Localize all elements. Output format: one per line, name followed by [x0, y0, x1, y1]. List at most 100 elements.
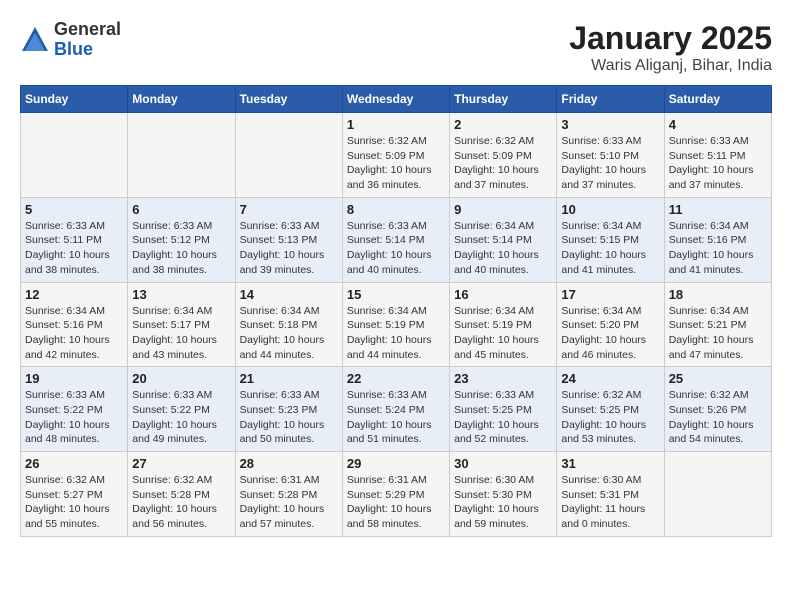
day-info: Sunrise: 6:34 AM Sunset: 5:21 PM Dayligh… [669, 304, 767, 363]
day-info: Sunrise: 6:33 AM Sunset: 5:12 PM Dayligh… [132, 219, 230, 278]
day-info: Sunrise: 6:30 AM Sunset: 5:31 PM Dayligh… [561, 473, 659, 532]
calendar-table: SundayMondayTuesdayWednesdayThursdayFrid… [20, 85, 772, 537]
calendar-week-2: 5 Sunrise: 6:33 AM Sunset: 5:11 PM Daylig… [21, 197, 772, 282]
logo-icon [20, 25, 50, 55]
day-number: 6 [132, 202, 230, 217]
calendar-cell: 17Sunrise: 6:34 AM Sunset: 5:20 PM Dayli… [557, 282, 664, 367]
day-info: Sunrise: 6:33 AM Sunset: 5:22 PM Dayligh… [132, 388, 230, 447]
day-number: 28 [240, 456, 338, 471]
calendar-cell [128, 113, 235, 198]
day-info: Sunrise: 6:32 AM Sunset: 5:27 PM Dayligh… [25, 473, 123, 532]
calendar-cell: 27 Sunrise: 6:32 AM Sunset: 5:28 PM Dayli… [128, 452, 235, 537]
day-of-week-sunday: Sunday [21, 86, 128, 113]
calendar-week-5: 26 Sunrise: 6:32 AM Sunset: 5:27 PM Dayli… [21, 452, 772, 537]
day-info: Sunrise: 6:34 AM Sunset: 5:17 PM Dayligh… [132, 304, 230, 363]
calendar-cell: 3Sunrise: 6:33 AM Sunset: 5:10 PM Daylig… [557, 113, 664, 198]
calendar-cell: 26 Sunrise: 6:32 AM Sunset: 5:27 PM Dayli… [21, 452, 128, 537]
day-info: Sunrise: 6:32 AM Sunset: 5:09 PM Dayligh… [347, 134, 445, 193]
day-number: 22 [347, 371, 445, 386]
calendar-cell: 13Sunrise: 6:34 AM Sunset: 5:17 PM Dayli… [128, 282, 235, 367]
title-section: January 2025 Waris Aliganj, Bihar, India [569, 20, 772, 75]
calendar-cell: 15 Sunrise: 6:34 AM Sunset: 5:19 PM Dayli… [342, 282, 449, 367]
calendar-cell [664, 452, 771, 537]
day-number: 10 [561, 202, 659, 217]
day-number: 7 [240, 202, 338, 217]
day-info: Sunrise: 6:30 AM Sunset: 5:30 PM Dayligh… [454, 473, 552, 532]
day-info: Sunrise: 6:33 AM Sunset: 5:24 PM Dayligh… [347, 388, 445, 447]
calendar-cell: 18 Sunrise: 6:34 AM Sunset: 5:21 PM Dayli… [664, 282, 771, 367]
day-number: 17 [561, 287, 659, 302]
day-number: 26 [25, 456, 123, 471]
calendar-cell: 5 Sunrise: 6:33 AM Sunset: 5:11 PM Daylig… [21, 197, 128, 282]
day-info: Sunrise: 6:32 AM Sunset: 5:25 PM Dayligh… [561, 388, 659, 447]
day-of-week-thursday: Thursday [450, 86, 557, 113]
location: Waris Aliganj, Bihar, India [569, 57, 772, 75]
calendar-header: SundayMondayTuesdayWednesdayThursdayFrid… [21, 86, 772, 113]
logo-general: General [54, 20, 121, 40]
calendar-cell: 7 Sunrise: 6:33 AM Sunset: 5:13 PM Daylig… [235, 197, 342, 282]
day-number: 20 [132, 371, 230, 386]
page-header: General Blue January 2025 Waris Aliganj,… [20, 20, 772, 75]
day-info: Sunrise: 6:33 AM Sunset: 5:22 PM Dayligh… [25, 388, 123, 447]
day-number: 2 [454, 117, 552, 132]
calendar-cell: 14 Sunrise: 6:34 AM Sunset: 5:18 PM Dayli… [235, 282, 342, 367]
day-info: Sunrise: 6:34 AM Sunset: 5:19 PM Dayligh… [347, 304, 445, 363]
calendar-cell: 1 Sunrise: 6:32 AM Sunset: 5:09 PM Daylig… [342, 113, 449, 198]
calendar-cell: 21 Sunrise: 6:33 AM Sunset: 5:23 PM Dayli… [235, 367, 342, 452]
calendar-cell: 28 Sunrise: 6:31 AM Sunset: 5:28 PM Dayli… [235, 452, 342, 537]
calendar-cell: 19 Sunrise: 6:33 AM Sunset: 5:22 PM Dayli… [21, 367, 128, 452]
day-of-week-monday: Monday [128, 86, 235, 113]
day-info: Sunrise: 6:33 AM Sunset: 5:11 PM Dayligh… [25, 219, 123, 278]
calendar-cell: 4 Sunrise: 6:33 AM Sunset: 5:11 PM Daylig… [664, 113, 771, 198]
day-of-week-saturday: Saturday [664, 86, 771, 113]
day-number: 21 [240, 371, 338, 386]
logo-blue: Blue [54, 40, 121, 60]
days-of-week-row: SundayMondayTuesdayWednesdayThursdayFrid… [21, 86, 772, 113]
day-of-week-friday: Friday [557, 86, 664, 113]
day-of-week-wednesday: Wednesday [342, 86, 449, 113]
calendar-cell: 24 Sunrise: 6:32 AM Sunset: 5:25 PM Dayli… [557, 367, 664, 452]
day-number: 25 [669, 371, 767, 386]
calendar-cell: 2 Sunrise: 6:32 AM Sunset: 5:09 PM Daylig… [450, 113, 557, 198]
day-number: 15 [347, 287, 445, 302]
day-number: 23 [454, 371, 552, 386]
day-number: 1 [347, 117, 445, 132]
logo: General Blue [20, 20, 121, 60]
day-info: Sunrise: 6:34 AM Sunset: 5:18 PM Dayligh… [240, 304, 338, 363]
day-number: 12 [25, 287, 123, 302]
day-number: 14 [240, 287, 338, 302]
calendar-cell: 16Sunrise: 6:34 AM Sunset: 5:19 PM Dayli… [450, 282, 557, 367]
day-info: Sunrise: 6:33 AM Sunset: 5:13 PM Dayligh… [240, 219, 338, 278]
calendar-cell: 11 Sunrise: 6:34 AM Sunset: 5:16 PM Dayli… [664, 197, 771, 282]
day-info: Sunrise: 6:32 AM Sunset: 5:09 PM Dayligh… [454, 134, 552, 193]
calendar-week-1: 1 Sunrise: 6:32 AM Sunset: 5:09 PM Daylig… [21, 113, 772, 198]
day-info: Sunrise: 6:34 AM Sunset: 5:15 PM Dayligh… [561, 219, 659, 278]
day-info: Sunrise: 6:33 AM Sunset: 5:11 PM Dayligh… [669, 134, 767, 193]
day-number: 18 [669, 287, 767, 302]
day-number: 30 [454, 456, 552, 471]
day-info: Sunrise: 6:34 AM Sunset: 5:14 PM Dayligh… [454, 219, 552, 278]
day-number: 27 [132, 456, 230, 471]
calendar-cell: 29Sunrise: 6:31 AM Sunset: 5:29 PM Dayli… [342, 452, 449, 537]
day-number: 5 [25, 202, 123, 217]
day-info: Sunrise: 6:34 AM Sunset: 5:16 PM Dayligh… [669, 219, 767, 278]
day-info: Sunrise: 6:32 AM Sunset: 5:28 PM Dayligh… [132, 473, 230, 532]
day-number: 19 [25, 371, 123, 386]
calendar-cell: 31Sunrise: 6:30 AM Sunset: 5:31 PM Dayli… [557, 452, 664, 537]
logo-text: General Blue [54, 20, 121, 60]
calendar-cell: 8Sunrise: 6:33 AM Sunset: 5:14 PM Daylig… [342, 197, 449, 282]
calendar-cell: 30 Sunrise: 6:30 AM Sunset: 5:30 PM Dayli… [450, 452, 557, 537]
day-number: 9 [454, 202, 552, 217]
day-info: Sunrise: 6:31 AM Sunset: 5:28 PM Dayligh… [240, 473, 338, 532]
day-number: 11 [669, 202, 767, 217]
day-info: Sunrise: 6:34 AM Sunset: 5:19 PM Dayligh… [454, 304, 552, 363]
calendar-cell: 12Sunrise: 6:34 AM Sunset: 5:16 PM Dayli… [21, 282, 128, 367]
calendar-cell: 10 Sunrise: 6:34 AM Sunset: 5:15 PM Dayli… [557, 197, 664, 282]
calendar-cell: 22 Sunrise: 6:33 AM Sunset: 5:24 PM Dayli… [342, 367, 449, 452]
month-title: January 2025 [569, 20, 772, 57]
day-number: 29 [347, 456, 445, 471]
day-number: 24 [561, 371, 659, 386]
calendar-cell: 20 Sunrise: 6:33 AM Sunset: 5:22 PM Dayli… [128, 367, 235, 452]
day-info: Sunrise: 6:33 AM Sunset: 5:23 PM Dayligh… [240, 388, 338, 447]
day-number: 4 [669, 117, 767, 132]
